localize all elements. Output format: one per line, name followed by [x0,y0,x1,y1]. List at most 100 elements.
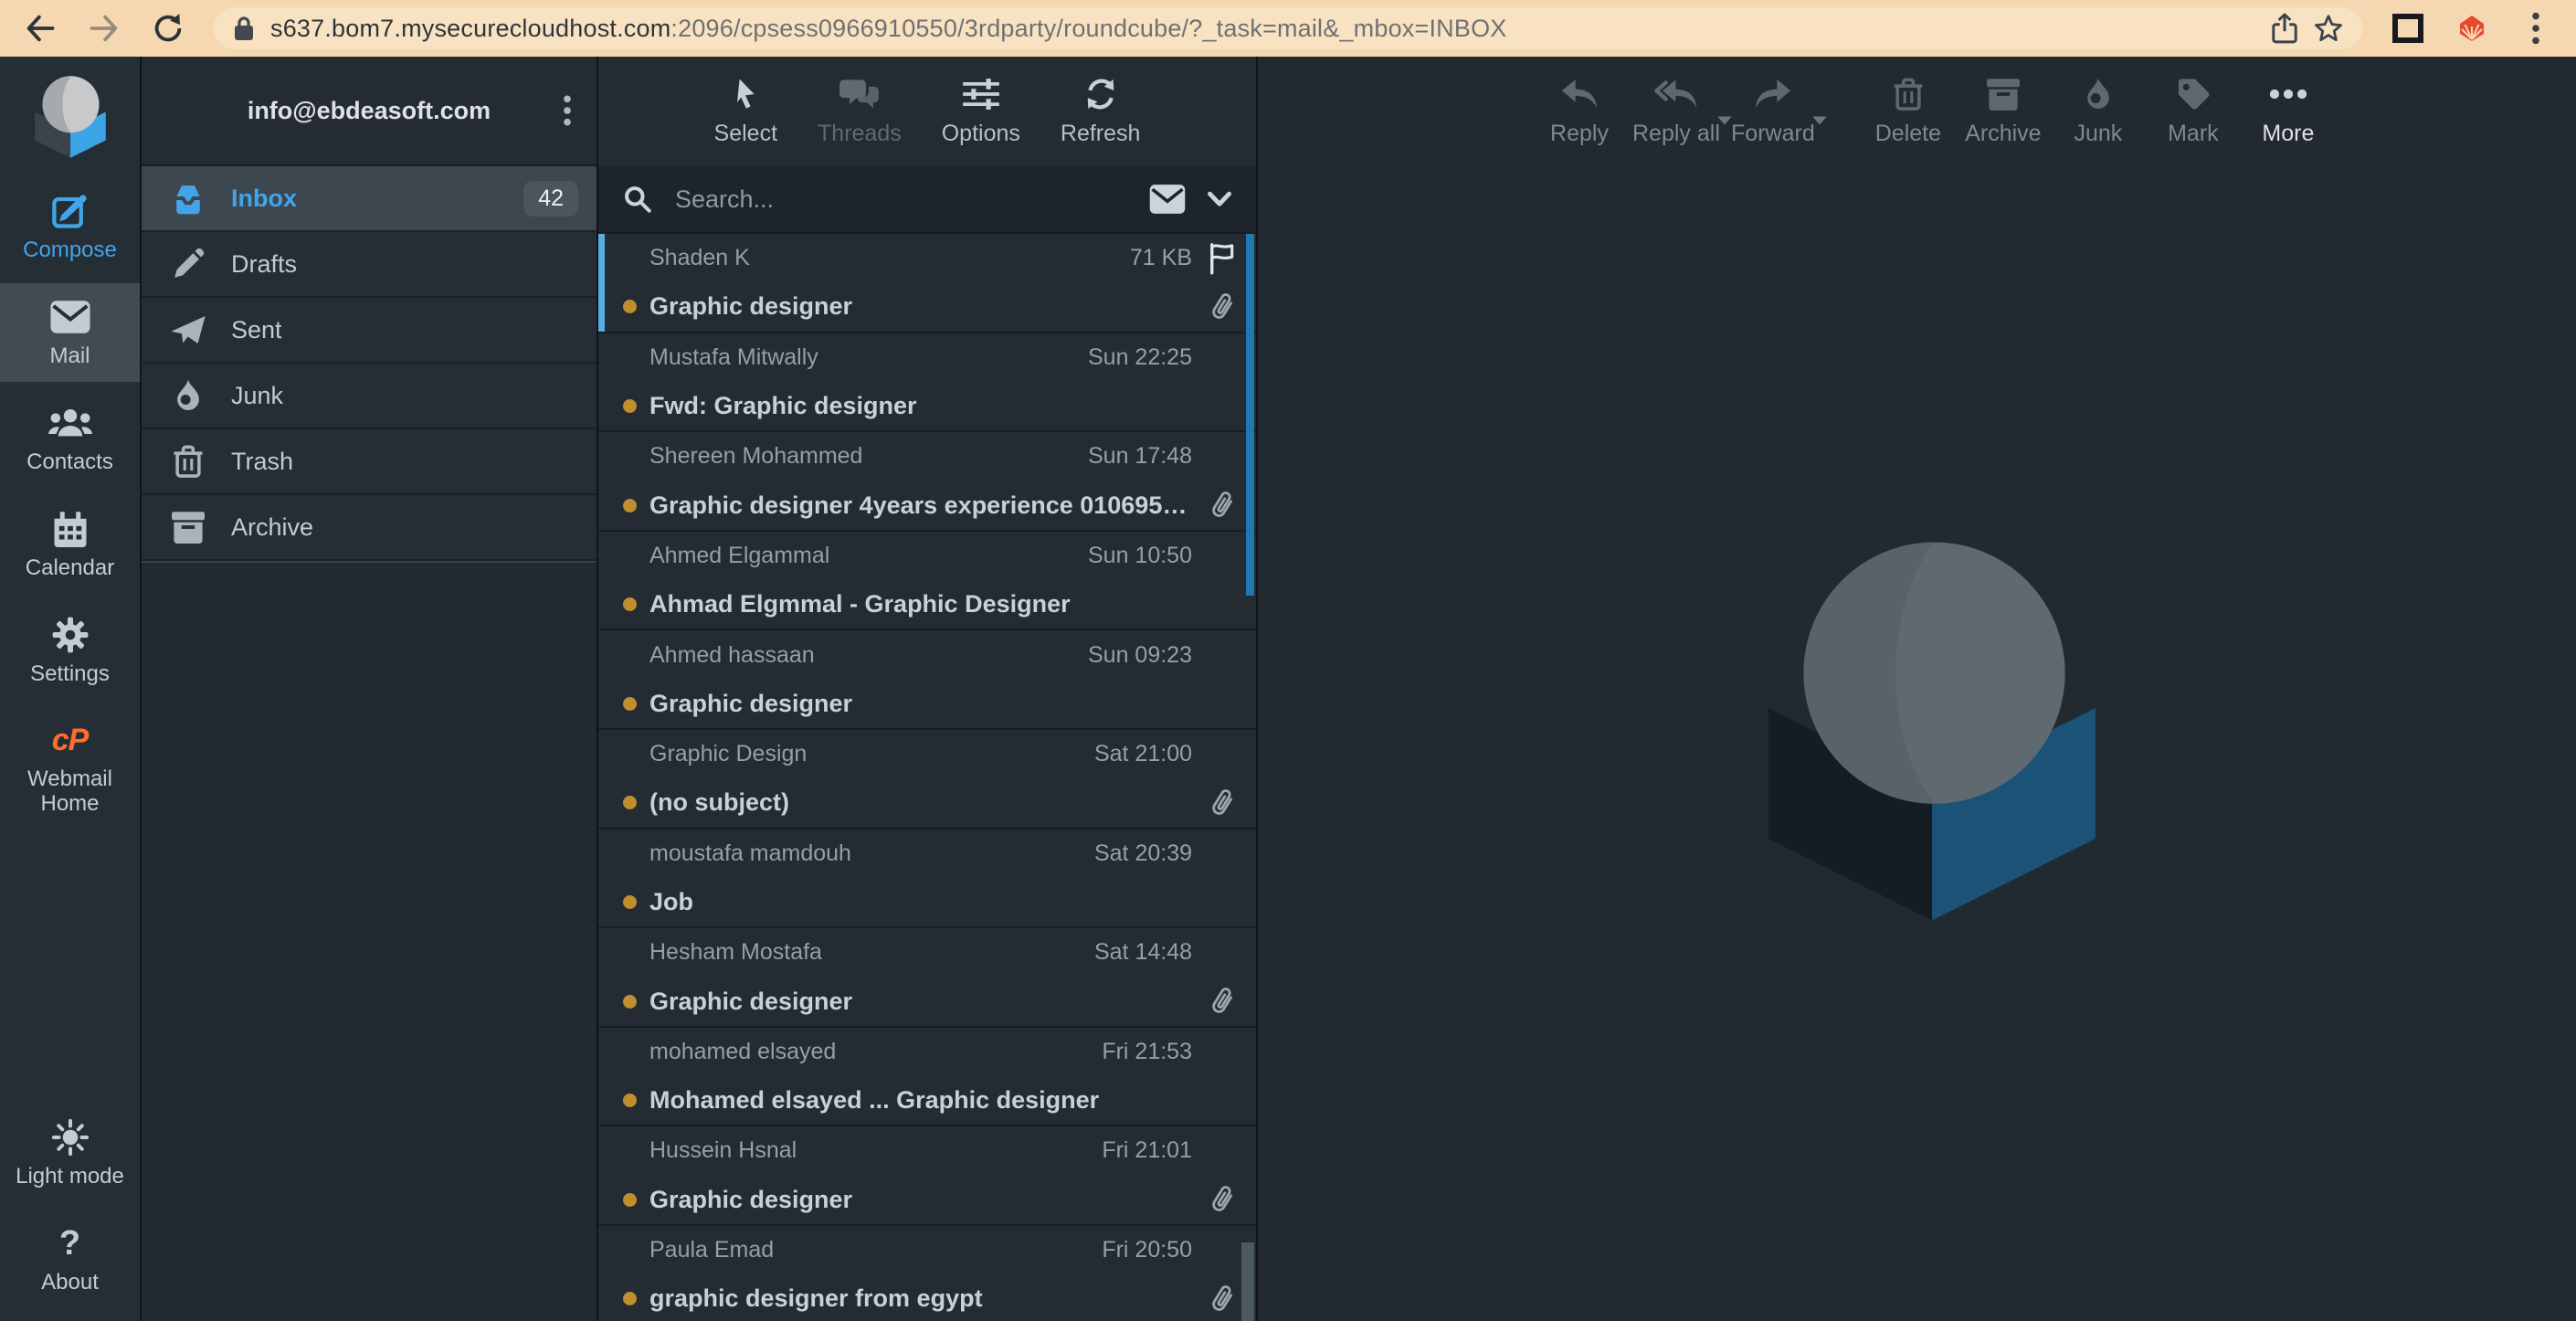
search-bar [598,166,1256,234]
folder-item-trash[interactable]: Trash [142,429,596,495]
reading-pane: ReplyReply allForward Delete ArchiveJunkMa… [1258,57,2576,1321]
message-row[interactable]: Graphic DesignSat 21:00(no subject) [598,730,1256,830]
sidebar-item-contacts[interactable]: Contacts [0,389,140,488]
forward-icon[interactable] [86,10,122,47]
sidebar-item-about[interactable]: ?About [0,1210,140,1308]
message-sender: Paula Emad [649,1237,1091,1263]
search-input[interactable] [673,185,1128,215]
message-row[interactable]: moustafa mamdouhSat 20:39Job [598,830,1256,929]
message-subject: graphic designer from egypt [649,1284,1192,1313]
reload-icon[interactable] [150,10,186,47]
search-options-chevron-icon[interactable] [1207,190,1232,208]
unread-dot-icon[interactable] [623,895,637,909]
message-date: Sat 20:39 [1083,840,1192,867]
threads-button[interactable]: Threads [818,77,902,147]
sidebar-item-light-mode[interactable]: Light mode [0,1104,140,1202]
toolbar-button-label: Refresh [1061,121,1141,147]
search-scope-mail-icon[interactable] [1148,184,1187,215]
bookmark-star-icon[interactable] [2313,13,2344,44]
flag-icon[interactable] [1207,242,1238,275]
message-row[interactable]: Shaden K71 KBGraphic designer [598,234,1256,333]
folder-label: Junk [231,382,283,410]
message-sender: Graphic Design [649,741,1083,767]
delete-button[interactable]: Delete [1861,77,1956,147]
unread-dot-icon[interactable] [623,300,637,313]
toolbar-button-label: Options [942,121,1020,147]
folder-item-inbox[interactable]: Inbox42 [142,166,596,232]
sidebar-item-label: Mail [49,344,90,369]
toolbar-button-label: Select [714,121,777,147]
sidebar-item-mail[interactable]: Mail [0,283,140,382]
message-date: Sat 21:00 [1083,741,1192,767]
unread-dot-icon[interactable] [623,995,637,1009]
unread-dot-icon[interactable] [623,1292,637,1305]
url-text: s637.bom7.mysecurecloudhost.com:2096/cps… [270,15,2256,43]
back-icon[interactable] [22,10,58,47]
message-subject: Fwd: Graphic designer [649,392,1192,420]
trash-icon [1892,77,1925,111]
unread-dot-icon[interactable] [623,597,637,611]
list-scrollbar-thumb[interactable] [1246,234,1254,596]
side-panel-icon[interactable] [2390,10,2426,47]
refresh-icon [1083,77,1118,111]
archive-button[interactable]: Archive [1956,77,2051,147]
more-button[interactable]: More [2241,77,2336,147]
list-scrollbar-end[interactable] [1241,1242,1254,1321]
select-button[interactable]: Select [714,77,777,147]
message-row[interactable]: Ahmed hassaanSun 09:23 Graphic designer [598,630,1256,730]
dropdown-caret-icon[interactable] [1811,115,1828,126]
message-row[interactable]: mohamed elsayedFri 21:53Mohamed elsayed … [598,1028,1256,1127]
toolbar-button-label: Delete [1875,121,1941,147]
unread-dot-icon[interactable] [623,1094,637,1107]
webmail-app: Compose Mail Contacts Calendar Settings cPWeb… [0,57,2576,1321]
folder-options-icon[interactable] [562,94,573,127]
message-sender: Ahmed Elgammal [649,543,1077,569]
unread-dot-icon[interactable] [623,697,637,711]
mail-icon [49,298,91,336]
refresh-button[interactable]: Refresh [1061,77,1141,147]
message-subject: Graphic designer [649,1186,1192,1214]
folder-item-drafts[interactable]: Drafts [142,232,596,298]
folder-pane: info@ebdeasoft.com Inbox42DraftsSent Junk… [142,57,598,1321]
unread-dot-icon[interactable] [623,399,637,413]
sliders-icon [962,77,1000,111]
sidebar-item-settings[interactable]: Settings [0,601,140,700]
message-sender: Ahmed hassaan [649,642,1077,669]
cpanel-icon: cP [52,721,89,759]
mark-button[interactable]: Mark [2146,77,2241,147]
sidebar-item-calendar[interactable]: Calendar [0,495,140,594]
share-icon[interactable] [2271,13,2298,44]
options-button[interactable]: Options [942,77,1020,147]
reply-all-button[interactable]: Reply all [1627,77,1726,147]
extension-icon[interactable] [2454,10,2490,47]
forward-icon [1754,77,1792,111]
bubbles-icon [839,77,880,111]
message-subject: Graphic designer [649,690,1192,718]
sidebar-item-label: Calendar [26,556,114,581]
sidebar-item-compose[interactable]: Compose [0,177,140,276]
forward-button[interactable]: Forward [1726,77,1821,147]
message-date: Fri 20:50 [1091,1237,1192,1263]
folder-pane-header: info@ebdeasoft.com [142,57,596,166]
cursor-icon [730,77,761,111]
message-row[interactable]: Hussein HsnalFri 21:01Graphic designer [598,1126,1256,1226]
unread-dot-icon[interactable] [623,1193,637,1207]
message-row[interactable]: Shereen MohammedSun 17:48Graphic designe… [598,432,1256,532]
unread-dot-icon[interactable] [623,499,637,513]
message-row[interactable]: Paula EmadFri 20:50 graphic designer from… [598,1226,1256,1321]
message-date: Sun 09:23 [1077,642,1192,669]
message-row[interactable]: Mustafa MitwallySun 22:25Fwd: Graphic de… [598,333,1256,433]
sidebar-item-label: Contacts [26,450,113,475]
folder-item-archive[interactable]: Archive [142,495,596,561]
folder-item-junk[interactable]: Junk [142,364,596,429]
address-bar[interactable]: s637.bom7.mysecurecloudhost.com:2096/cps… [214,7,2362,49]
folder-item-sent[interactable]: Sent [142,298,596,364]
message-row[interactable]: Hesham MostafaSat 14:48Graphic designer [598,928,1256,1028]
browser-menu-icon[interactable] [2518,10,2554,47]
sidebar-item-label: Settings [30,662,110,687]
sidebar-item-webmail-home[interactable]: cPWebmail Home [0,706,140,830]
unread-dot-icon[interactable] [623,796,637,809]
message-row[interactable]: Ahmed ElgammalSun 10:50Ahmad Elgmmal - G… [598,532,1256,631]
reply-button[interactable]: Reply [1532,77,1627,147]
junk-button[interactable]: Junk [2051,77,2146,147]
